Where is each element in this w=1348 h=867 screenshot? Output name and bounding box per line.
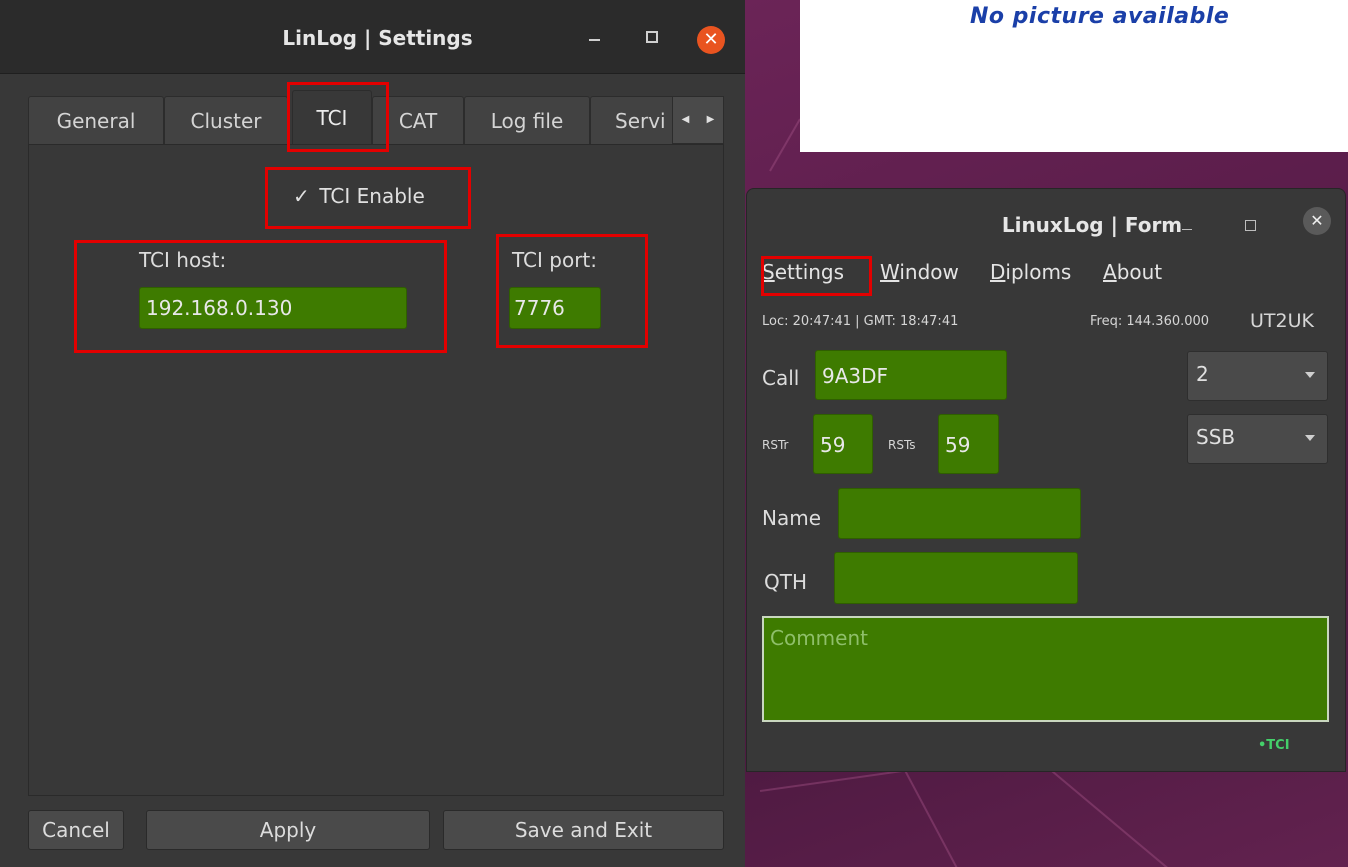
chevron-right-icon[interactable]: ▶ bbox=[698, 97, 723, 143]
minimize-icon[interactable] bbox=[1180, 215, 1194, 235]
call-label: Call bbox=[762, 366, 800, 390]
maximize-icon[interactable] bbox=[646, 31, 658, 43]
comment-textarea[interactable]: Comment bbox=[762, 616, 1329, 722]
save-and-exit-button[interactable]: Save and Exit bbox=[443, 810, 724, 850]
tab-scroll-buttons: ◀ ▶ bbox=[672, 96, 724, 144]
settings-window-title: LinLog | Settings bbox=[282, 26, 473, 50]
rstr-label: RSTr bbox=[762, 438, 789, 452]
comment-placeholder: Comment bbox=[770, 626, 868, 650]
tab-cluster[interactable]: Cluster bbox=[164, 96, 288, 144]
highlight-box bbox=[265, 167, 471, 229]
menu-window[interactable]: Window bbox=[880, 260, 959, 284]
qth-input[interactable] bbox=[834, 552, 1078, 604]
rstr-input[interactable]: 59 bbox=[813, 414, 873, 474]
highlight-box bbox=[761, 256, 872, 296]
minimize-icon[interactable] bbox=[585, 24, 605, 44]
chevron-down-icon bbox=[1305, 435, 1315, 441]
maximize-icon[interactable] bbox=[1245, 220, 1256, 231]
frequency-readout: Freq: 144.360.000 bbox=[1090, 314, 1210, 329]
call-input[interactable]: 9A3DF bbox=[815, 350, 1007, 400]
tab-general[interactable]: General bbox=[28, 96, 164, 144]
highlight-box bbox=[74, 240, 447, 353]
mode-select[interactable]: SSB bbox=[1187, 414, 1328, 464]
picture-panel: No picture available bbox=[800, 0, 1348, 152]
name-label: Name bbox=[762, 506, 822, 530]
tci-status-indicator: •TCI bbox=[1258, 738, 1290, 753]
apply-button[interactable]: Apply bbox=[146, 810, 430, 850]
close-icon[interactable]: ✕ bbox=[697, 26, 725, 54]
rsts-label: RSTs bbox=[888, 438, 916, 452]
operator-callsign: UT2UK bbox=[1250, 310, 1314, 332]
band-select[interactable]: 2 bbox=[1187, 351, 1328, 401]
tab-service[interactable]: Servi bbox=[590, 96, 680, 144]
form-window-title: LinuxLog | Form bbox=[1001, 213, 1183, 237]
chevron-down-icon bbox=[1305, 372, 1315, 378]
rsts-input[interactable]: 59 bbox=[938, 414, 999, 474]
menu-about[interactable]: About bbox=[1103, 260, 1162, 284]
qth-label: QTH bbox=[764, 570, 807, 594]
cancel-button[interactable]: Cancel bbox=[28, 810, 124, 850]
no-picture-text: No picture available bbox=[970, 4, 1230, 29]
chevron-left-icon[interactable]: ◀ bbox=[673, 97, 698, 143]
settings-titlebar[interactable]: LinLog | Settings ✕ bbox=[0, 0, 745, 74]
close-icon[interactable]: ✕ bbox=[1303, 207, 1331, 235]
highlight-box bbox=[287, 82, 389, 152]
menu-diploms[interactable]: Diploms bbox=[990, 260, 1071, 284]
highlight-box bbox=[496, 234, 648, 348]
tab-log-file[interactable]: Log file bbox=[464, 96, 590, 144]
local-gmt-time: Loc: 20:47:41 | GMT: 18:47:41 bbox=[762, 314, 959, 329]
name-input[interactable] bbox=[838, 488, 1081, 539]
